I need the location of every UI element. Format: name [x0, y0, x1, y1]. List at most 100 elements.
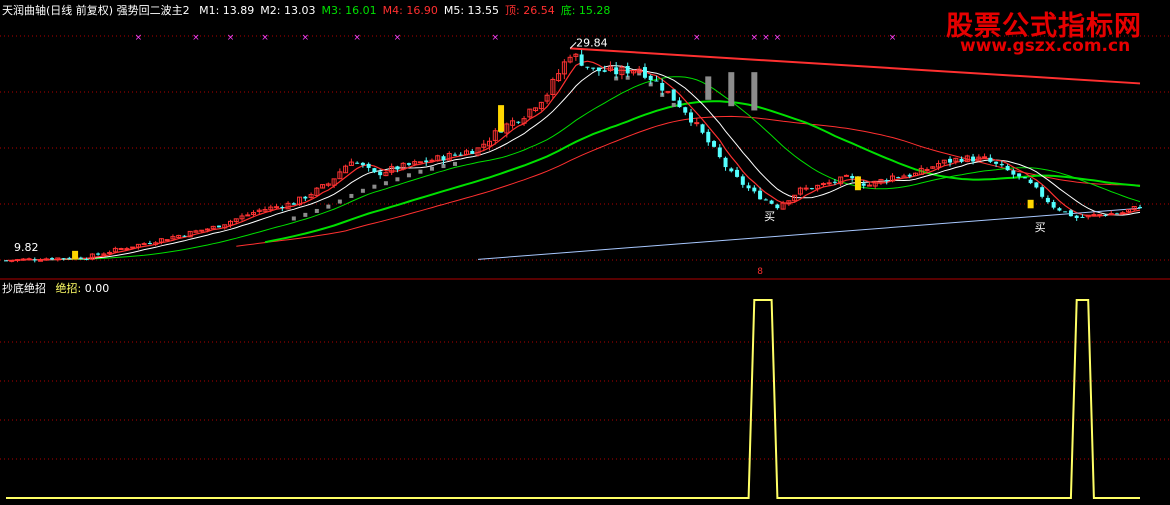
candle-body: [1068, 210, 1073, 217]
gray-block: [671, 102, 676, 107]
gray-volume-bar-0: [705, 76, 712, 100]
gray-block: [372, 184, 377, 189]
candle-body: [948, 158, 953, 163]
ma-line-m3: [264, 100, 1141, 244]
signal-x-marker-6: ×: [394, 33, 402, 43]
ma-line-m5: [5, 60, 1141, 262]
candle-body: [1074, 215, 1079, 219]
signal-candle-1: [498, 105, 505, 132]
candle-body: [1005, 165, 1010, 171]
ma-line-m4: [236, 115, 1141, 247]
candle-body: [694, 122, 700, 125]
indicator-value-5: 顶: 26.54: [505, 4, 555, 17]
gray-block: [452, 161, 457, 166]
candle-body: [826, 182, 832, 185]
candle-body: [1091, 214, 1097, 217]
candle-body: [809, 188, 814, 190]
candle-body: [406, 163, 411, 165]
candle-body: [982, 156, 988, 159]
candle-body: [775, 204, 780, 209]
gray-volume-bar-1: [728, 72, 735, 107]
signal-candle-0: [72, 250, 79, 260]
candle-body: [360, 162, 365, 166]
candle-body: [740, 176, 745, 185]
candle-body: [32, 259, 37, 261]
signal-x-marker-1: ×: [192, 33, 200, 43]
candle-body: [1057, 208, 1062, 211]
candle-body: [671, 89, 676, 101]
candle-body: [26, 258, 32, 261]
candle-body: [470, 150, 475, 154]
candle-body: [9, 259, 15, 262]
gray-volume-bar-2: [751, 72, 758, 111]
watermark-url: www.gszx.com.cn: [960, 36, 1131, 56]
candle-body: [803, 187, 809, 190]
candle-body: [216, 225, 221, 228]
candle-body: [683, 107, 688, 113]
candle-body: [591, 67, 596, 69]
signal-x-marker-11: ×: [774, 33, 782, 43]
candle-body: [843, 174, 849, 177]
indicator-value-2: M3: 16.01: [321, 4, 377, 17]
candle-body: [204, 228, 210, 231]
indicator-item-label: 绝招:: [55, 282, 82, 295]
candle-body: [723, 157, 728, 168]
candle-body: [1011, 170, 1016, 175]
candle-body: [602, 70, 607, 72]
candle-body: [372, 168, 377, 173]
candle-body: [752, 187, 757, 192]
candle-body: [15, 259, 21, 262]
gray-block: [314, 208, 319, 213]
indicator-value-3: M4: 16.90: [382, 4, 438, 17]
indicator-chart[interactable]: [6, 299, 1140, 499]
signal-x-marker-7: ×: [492, 33, 500, 43]
signal-x-marker-12: ×: [889, 33, 897, 43]
candle-body: [118, 248, 124, 251]
candle-body: [959, 158, 964, 162]
indicator-name: 抄底绝招: [2, 282, 46, 295]
candle-body: [866, 184, 872, 187]
candle-body: [614, 67, 619, 75]
candle-body: [84, 258, 89, 260]
candle-body: [884, 180, 889, 182]
candle-body: [1045, 197, 1050, 203]
candle-body: [1040, 187, 1045, 197]
indicator-series-line: [6, 299, 1140, 499]
candle-body: [378, 171, 383, 176]
candle-body: [164, 239, 170, 242]
candle-body: [769, 200, 774, 204]
gray-block: [441, 164, 446, 169]
candle-body: [441, 156, 446, 161]
buy-signal-label-0: 买: [764, 210, 775, 223]
signal-x-marker-10: ×: [762, 33, 770, 43]
candle-body: [61, 258, 66, 260]
candle-body: [280, 207, 285, 209]
low-price-label: 9.82: [14, 241, 39, 254]
indicator-value-1: M2: 13.03: [260, 4, 316, 17]
candle-body: [706, 131, 711, 143]
candle-body: [1063, 211, 1068, 213]
bottom-support-line: [477, 207, 1141, 260]
gray-block: [326, 204, 331, 209]
sub-chart-header: 抄底绝招 绝招: 0.00: [2, 282, 115, 295]
candle-body: [458, 154, 463, 156]
candle-body: [124, 248, 130, 251]
price-chart[interactable]: × × × × × × × × × × × × ×29.849.82买买8: [4, 33, 1142, 277]
gray-block: [291, 216, 296, 221]
indicator-value-4: M5: 13.55: [443, 4, 500, 17]
security-name: 天润曲轴(日线 前复权) 强势回二波主2: [2, 4, 190, 17]
candle-body: [832, 181, 837, 183]
candle-body: [424, 160, 429, 163]
indicator-value-6: 底: 15.28: [560, 4, 611, 17]
candle-body: [141, 243, 147, 246]
candle-body: [861, 183, 866, 186]
candle-body: [67, 257, 72, 259]
signal-x-marker-4: ×: [302, 33, 310, 43]
candle-body: [452, 154, 457, 156]
candle-body: [585, 66, 590, 68]
candle-body: [579, 54, 584, 66]
candle-body: [820, 183, 826, 186]
signal-candle-3: [1027, 199, 1034, 209]
candle-body: [1097, 214, 1103, 217]
gray-block: [349, 193, 354, 198]
